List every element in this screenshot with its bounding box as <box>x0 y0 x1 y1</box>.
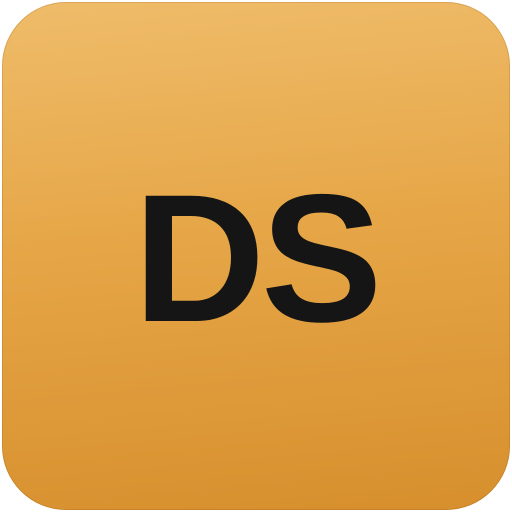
app-icon-monogram: DS <box>133 156 383 360</box>
app-icon-tile[interactable]: DS <box>2 2 510 510</box>
